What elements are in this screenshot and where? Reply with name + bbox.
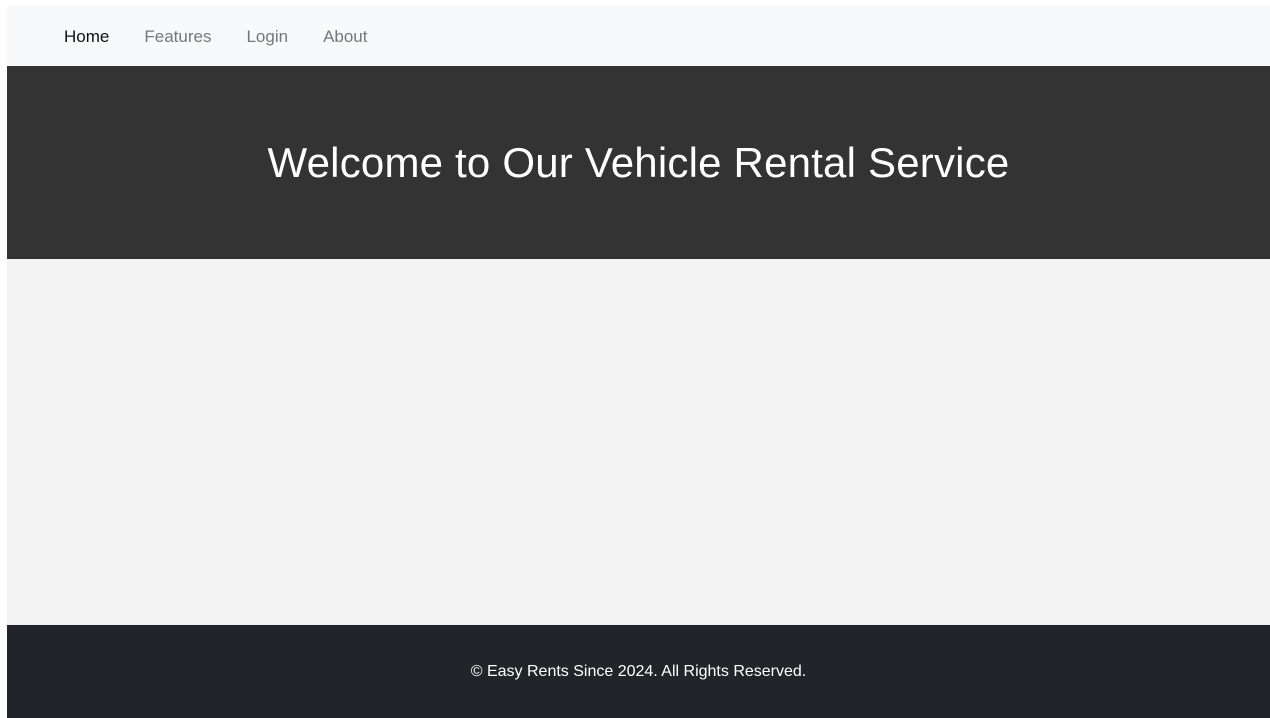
main-content-area bbox=[7, 259, 1270, 625]
hero-title: Welcome to Our Vehicle Rental Service bbox=[267, 138, 1010, 186]
nav-link-home[interactable]: Home bbox=[64, 28, 109, 45]
site-footer: © Easy Rents Since 2024. All Rights Rese… bbox=[7, 625, 1270, 718]
nav-link-features[interactable]: Features bbox=[144, 28, 211, 45]
page-frame: Home Features Login About Welcome to Our… bbox=[7, 6, 1270, 718]
nav-link-about[interactable]: About bbox=[323, 28, 367, 45]
nav-link-login[interactable]: Login bbox=[246, 28, 288, 45]
top-navbar: Home Features Login About bbox=[7, 6, 1270, 66]
hero-banner: Welcome to Our Vehicle Rental Service bbox=[7, 66, 1270, 259]
footer-copyright-text: © Easy Rents Since 2024. All Rights Rese… bbox=[470, 662, 807, 680]
